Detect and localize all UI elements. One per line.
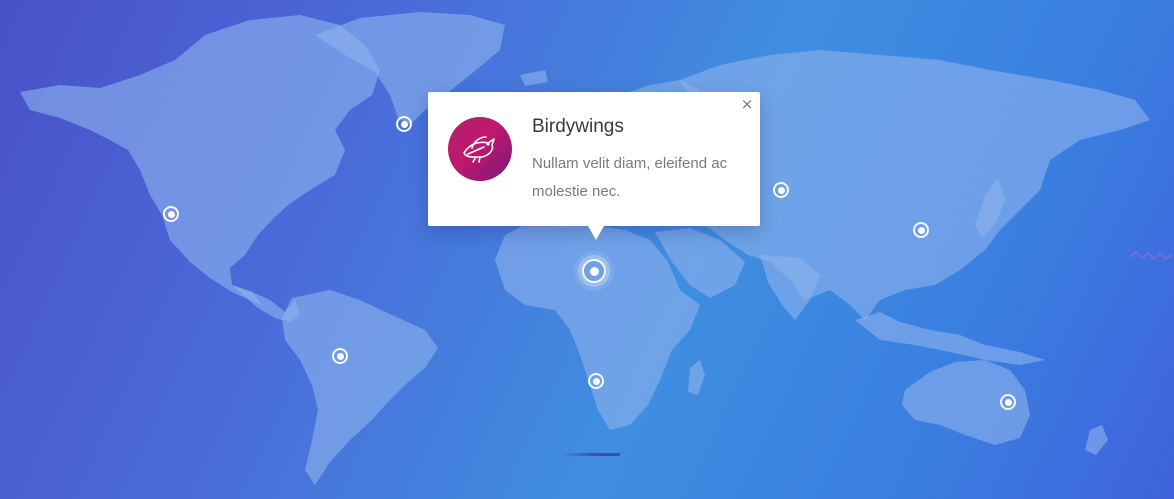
pin-dot <box>589 266 599 276</box>
close-icon[interactable]: × <box>740 97 754 112</box>
pin-dot <box>400 120 408 128</box>
pin-dot <box>167 210 175 218</box>
popup-description: Nullam velit diam, eleifend ac molestie … <box>532 155 728 200</box>
scroll-indicator <box>562 453 620 456</box>
pin-dot <box>917 226 925 234</box>
pin-greenland[interactable] <box>396 116 412 132</box>
pin-australia[interactable] <box>1000 394 1016 410</box>
pin-southern-africa[interactable] <box>588 373 604 389</box>
pin-east-asia[interactable] <box>913 222 929 238</box>
location-popup: × Birdywings Nullam velit diam, eleifend… <box>428 92 760 240</box>
pin-dot <box>592 377 600 385</box>
popup-pointer <box>588 226 604 240</box>
world-map <box>20 12 1150 485</box>
pin-dot <box>336 352 344 360</box>
pin-north-africa[interactable] <box>582 259 606 283</box>
pin-north-america-west[interactable] <box>163 206 179 222</box>
pin-dot <box>777 186 785 194</box>
pin-central-asia[interactable] <box>773 182 789 198</box>
company-logo <box>448 117 512 181</box>
pin-dot <box>1004 398 1012 406</box>
pin-south-america[interactable] <box>332 348 348 364</box>
popup-title: Birdywings <box>532 116 624 137</box>
wave-decoration <box>1129 250 1173 261</box>
bird-icon <box>463 136 495 163</box>
